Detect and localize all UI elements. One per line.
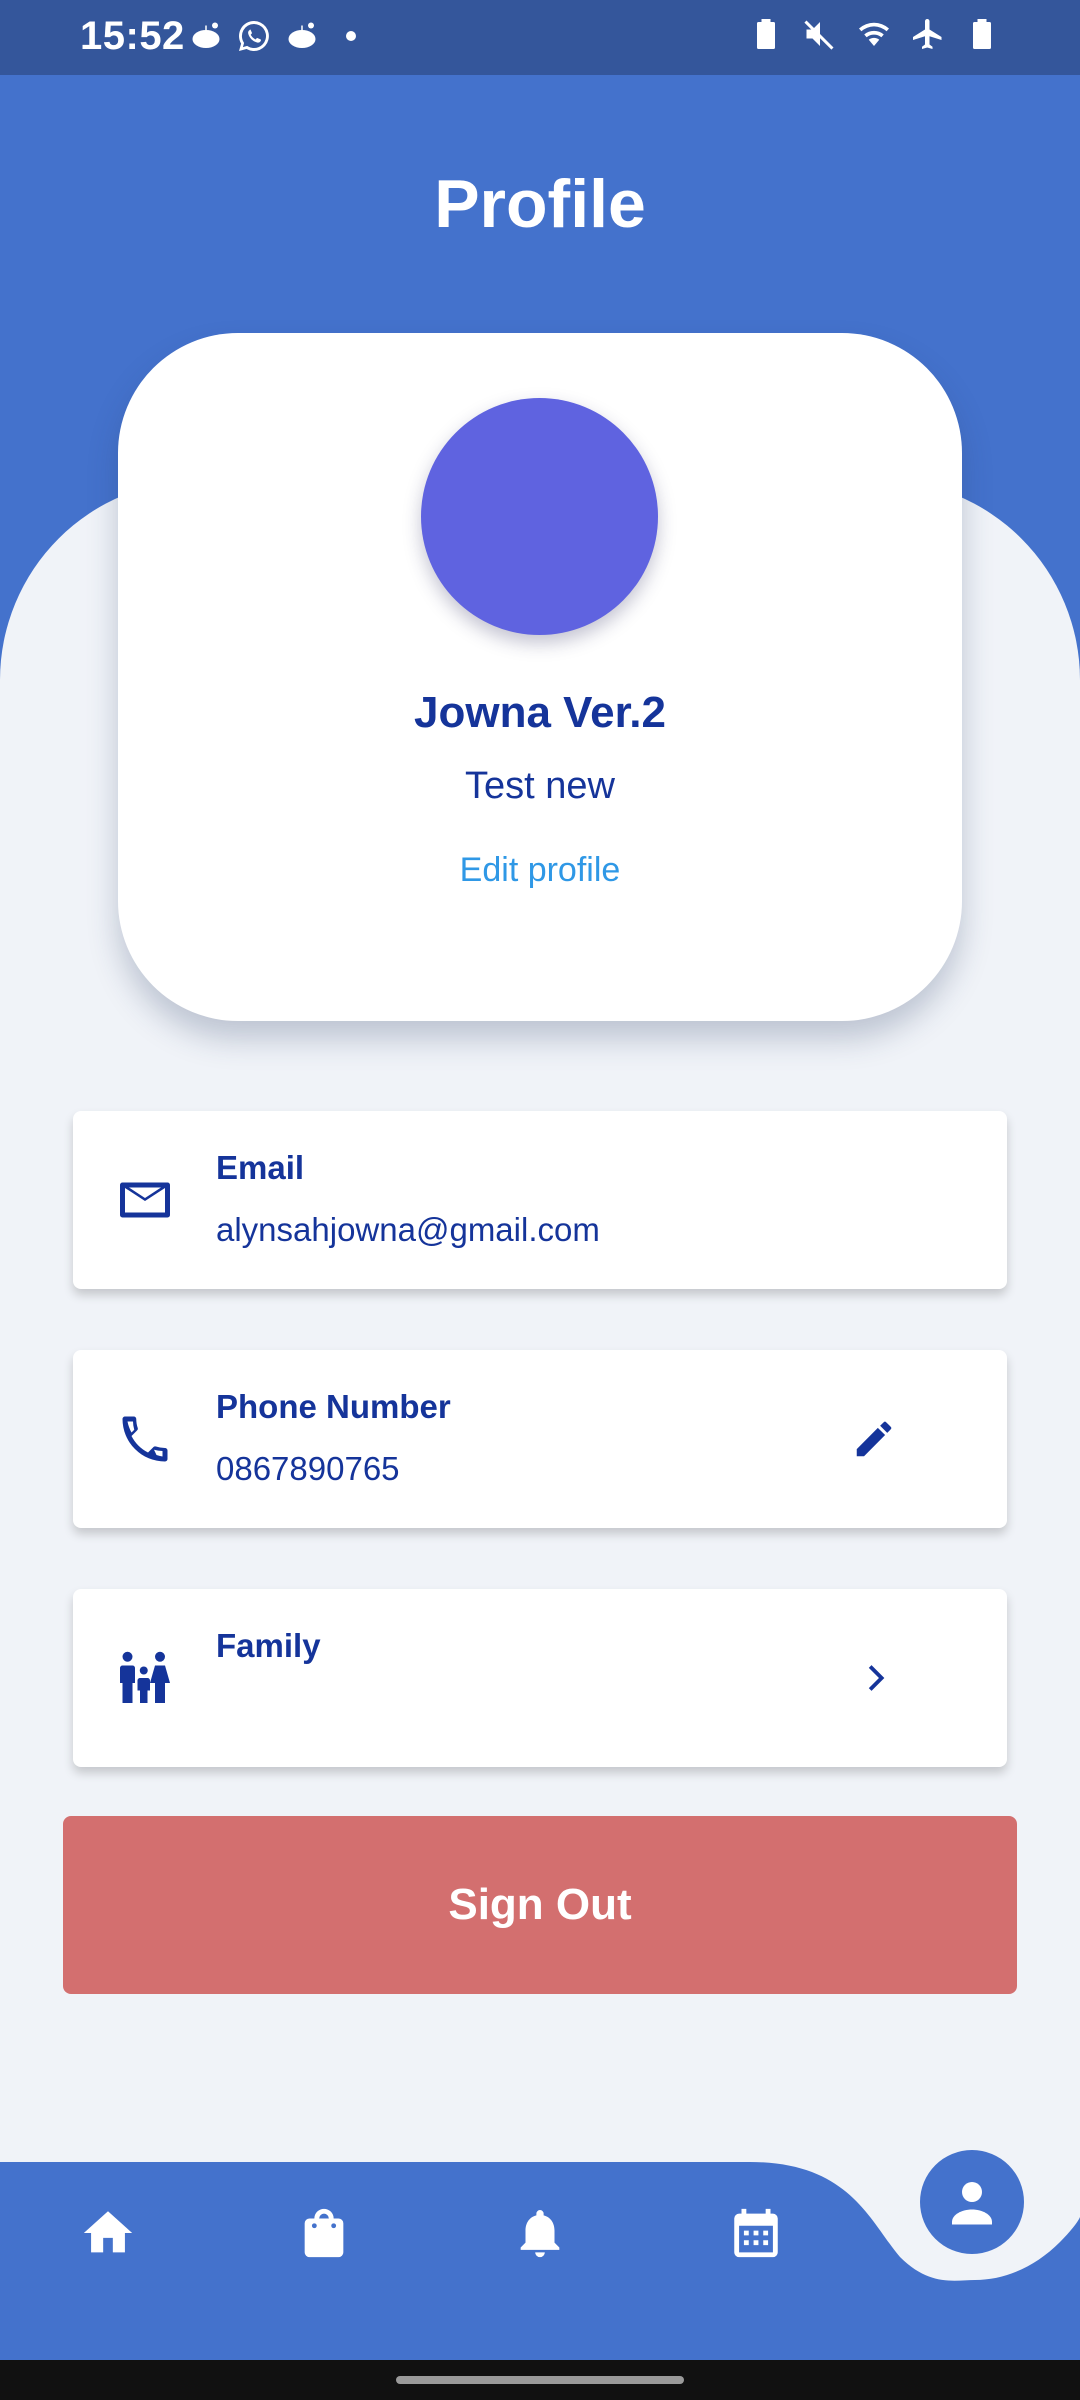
bell-icon[interactable] <box>511 2204 569 2262</box>
family-icon <box>115 1648 175 1708</box>
phone-icon <box>115 1409 175 1469</box>
wifi-icon <box>856 16 892 52</box>
avatar[interactable] <box>421 398 658 635</box>
status-bar: 15:52 <box>0 0 1080 75</box>
phone-value: 0867890765 <box>216 1450 400 1487</box>
phone-card: Phone Number 0867890765 <box>73 1350 1007 1528</box>
reddit-icon <box>188 18 224 54</box>
email-card: Email alynsahjowna@gmail.com <box>73 1111 1007 1289</box>
profile-card: Jowna Ver.2 Test new Edit profile <box>118 333 962 1021</box>
profile-subtitle: Test new <box>465 765 615 807</box>
shopping-bag-icon[interactable] <box>295 2204 353 2262</box>
profile-icon <box>952 2182 992 2225</box>
battery-saver-icon <box>748 16 784 52</box>
whatsapp-icon <box>236 18 272 54</box>
gesture-handle[interactable] <box>396 2376 684 2384</box>
profile-name: Jowna Ver.2 <box>414 688 666 737</box>
family-label: Family <box>216 1627 321 1664</box>
email-label: Email <box>216 1149 305 1186</box>
email-value: alynsahjowna@gmail.com <box>216 1211 600 1248</box>
sign-out-button[interactable]: Sign Out <box>63 1816 1017 1994</box>
chevron-right-icon[interactable] <box>851 1655 897 1701</box>
reddit-icon <box>284 18 320 54</box>
bottom-nav <box>0 2162 1080 2360</box>
calendar-icon[interactable] <box>727 2204 785 2262</box>
profile-nav-button[interactable] <box>920 2150 1024 2254</box>
mute-icon <box>802 16 838 52</box>
status-system-icons <box>748 16 1000 52</box>
home-icon[interactable] <box>79 2204 137 2262</box>
battery-icon <box>964 16 1000 52</box>
status-time: 15:52 <box>80 14 185 58</box>
phone-label: Phone Number <box>216 1388 451 1425</box>
edit-icon[interactable] <box>851 1416 897 1462</box>
page-title: Profile <box>434 166 646 242</box>
more-notifications-dot <box>346 31 356 41</box>
airplane-icon <box>910 16 946 52</box>
edit-profile-link[interactable]: Edit profile <box>118 851 962 890</box>
family-card[interactable]: Family <box>73 1589 1007 1767</box>
status-notification-icons <box>188 18 356 54</box>
gesture-bar <box>0 2360 1080 2400</box>
mail-icon <box>115 1170 175 1230</box>
